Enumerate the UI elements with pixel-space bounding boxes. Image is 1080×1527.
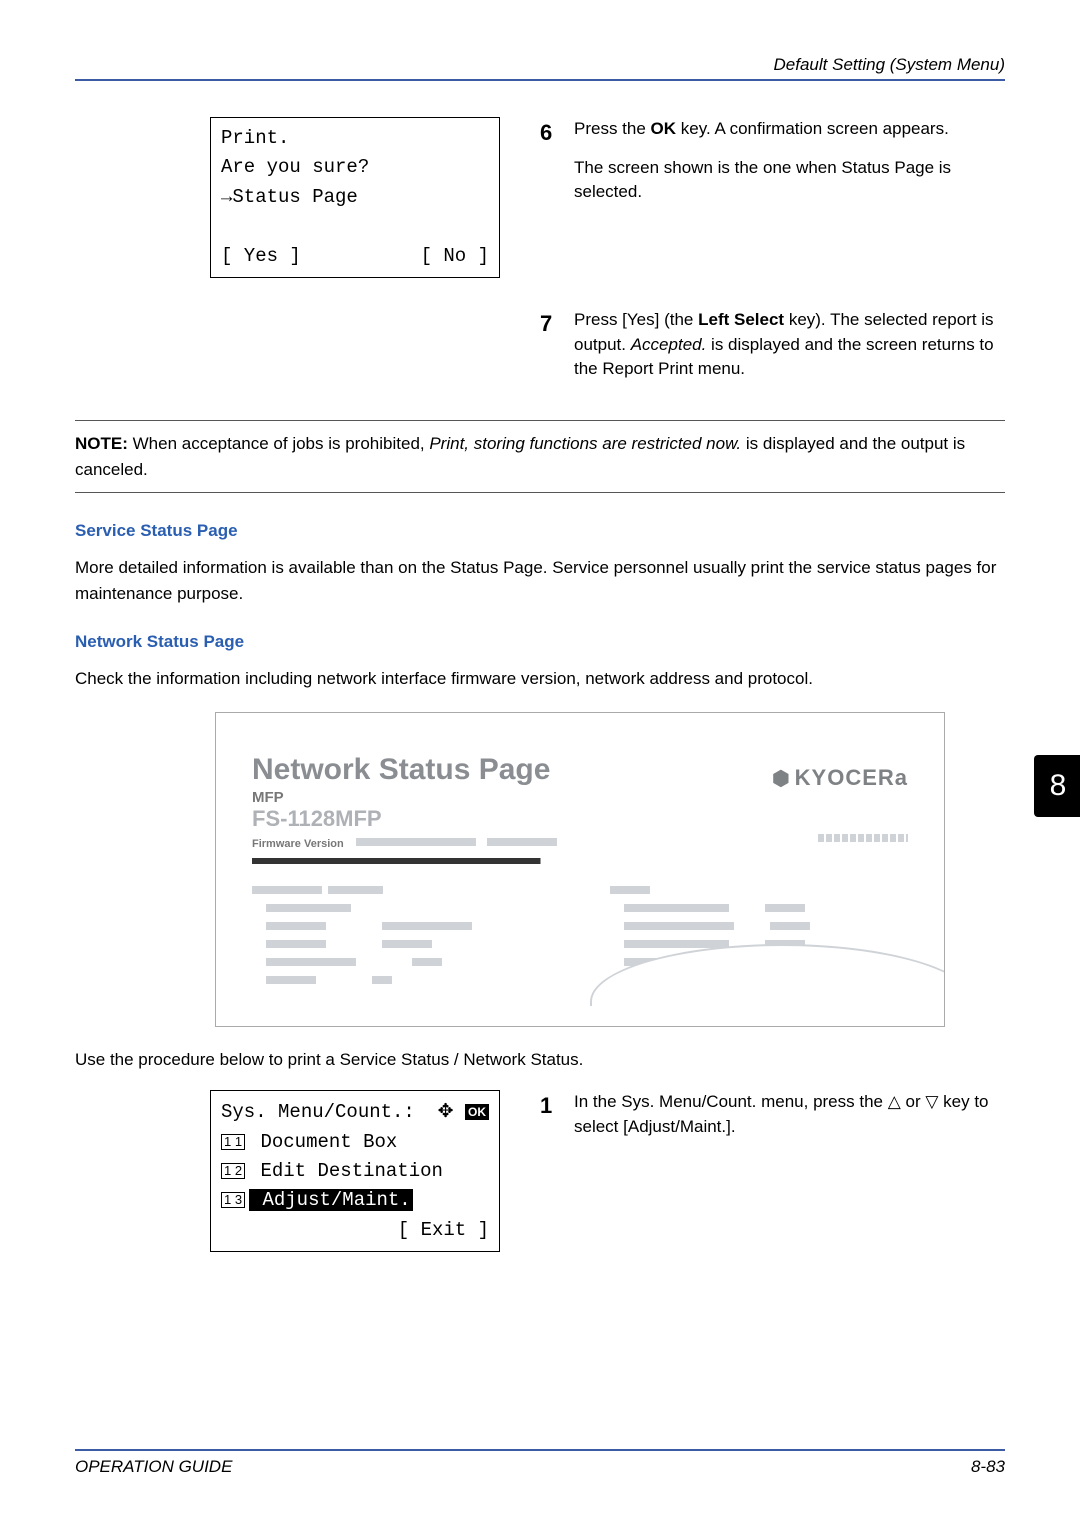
lcd-line: Are you sure? bbox=[221, 153, 489, 182]
lcd-exit-button[interactable]: [ Exit ] bbox=[398, 1219, 489, 1241]
service-status-text: More detailed information is available t… bbox=[75, 555, 1005, 606]
step-number-7: 7 bbox=[540, 308, 570, 340]
ok-badge-icon: OK bbox=[465, 1104, 489, 1120]
lcd-menu-item[interactable]: 1 1 Document Box bbox=[221, 1128, 489, 1157]
lcd-yes-button[interactable]: [ Yes ] bbox=[221, 242, 301, 271]
lcd-sys-menu: Sys. Menu/Count.: ✥ OK 1 1 Document Box … bbox=[210, 1090, 500, 1252]
network-status-sample-figure: KYOCERa Network Status Page MFP FS-1128M… bbox=[215, 712, 945, 1027]
lcd-confirmation-dialog: Print. Are you sure? →Status Page [ Yes … bbox=[210, 117, 500, 278]
step-1-text: In the Sys. Menu/Count. menu, press the … bbox=[574, 1090, 1005, 1139]
note-block: NOTE: When acceptance of jobs is prohibi… bbox=[75, 420, 1005, 493]
step-number-6: 6 bbox=[540, 117, 570, 149]
figure-subtitle-mfp: MFP bbox=[252, 789, 908, 806]
lcd-no-button[interactable]: [ No ] bbox=[421, 242, 489, 271]
kyocera-logo: KYOCERa bbox=[772, 765, 908, 791]
network-status-text: Check the information including network … bbox=[75, 666, 1005, 692]
chapter-tab: 8 bbox=[1034, 755, 1080, 817]
lcd-menu-title: Sys. Menu/Count.: bbox=[221, 1098, 415, 1127]
step-number-1: 1 bbox=[540, 1090, 570, 1122]
lcd-menu-item[interactable]: 1 2 Edit Destination bbox=[221, 1157, 489, 1186]
step-7-text: Press [Yes] (the Left Select key). The s… bbox=[574, 308, 1005, 382]
footer-page-number: 8-83 bbox=[971, 1457, 1005, 1477]
lcd-menu-item-selected[interactable]: 1 3 Adjust/Maint. bbox=[221, 1186, 489, 1215]
heading-network-status: Network Status Page bbox=[75, 632, 1005, 652]
use-procedure-text: Use the procedure below to print a Servi… bbox=[75, 1047, 1005, 1073]
nav-arrows-icon: ✥ bbox=[438, 1097, 454, 1126]
page-header: Default Setting (System Menu) bbox=[75, 55, 1005, 81]
footer-left: OPERATION GUIDE bbox=[75, 1457, 232, 1477]
figure-subtitle-model: FS-1128MFP bbox=[252, 806, 908, 832]
lcd-line: Print. bbox=[221, 124, 489, 153]
figure-firmware-label: Firmware Version bbox=[252, 838, 344, 850]
heading-service-status: Service Status Page bbox=[75, 521, 1005, 541]
lcd-line: →Status Page bbox=[221, 183, 489, 212]
step-6-text: Press the OK key. A confirmation screen … bbox=[574, 117, 1005, 205]
